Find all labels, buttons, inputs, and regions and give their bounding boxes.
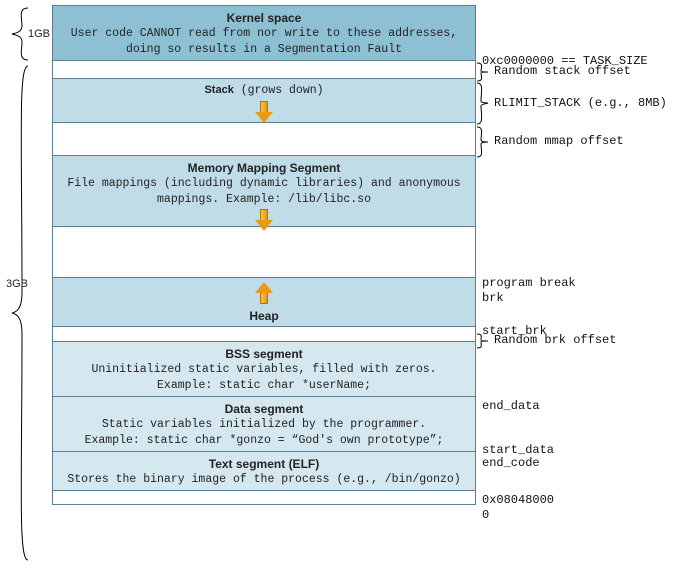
left-size-column: 1GB 3GB (6, 6, 52, 505)
text-start-addr: 0x08048000 (482, 493, 554, 507)
mmap-offset-label: Random mmap offset (494, 134, 624, 148)
curly-brace-icon (6, 6, 30, 62)
right-annotations: 0xc0000000 == TASK_SIZE Random stack off… (476, 6, 686, 505)
kernel-desc: User code CANNOT read from nor write to … (63, 26, 465, 57)
end-code-label: end_code (482, 456, 540, 470)
arrow-up-icon (256, 282, 272, 304)
stack-suffix: (grows down) (234, 84, 324, 97)
bss-desc2: Example: static char *userName; (63, 378, 465, 394)
size-1gb-label: 1GB (28, 28, 50, 40)
brk-label: brk (482, 291, 504, 305)
brace-1gb: 1GB (6, 6, 52, 62)
bss-desc1: Uninitialized static variables, filled w… (63, 362, 465, 378)
heap-segment: Heap (52, 277, 476, 327)
end-data-label: end_data (482, 399, 540, 413)
heap-title: Heap (63, 308, 465, 324)
brk-offset-label: Random brk offset (494, 333, 616, 347)
mmap-desc: File mappings (including dynamic librari… (63, 176, 465, 207)
zero-gap (52, 490, 476, 505)
size-3gb-label: 3GB (6, 278, 28, 290)
data-segment: Data segment Static variables initialize… (52, 396, 476, 452)
text-segment: Text segment (ELF) Stores the binary ima… (52, 451, 476, 491)
mmap-title: Memory Mapping Segment (63, 160, 465, 176)
data-desc2: Example: static char *gonzo = “God's own… (63, 433, 465, 449)
stack-segment: Stack (grows down) (52, 78, 476, 123)
data-title: Data segment (63, 401, 465, 417)
text-title: Text segment (ELF) (63, 456, 465, 472)
program-break-label: program break (482, 276, 576, 290)
bss-title: BSS segment (63, 346, 465, 362)
heap-grow-gap (52, 226, 476, 278)
brk-random-offset-gap (52, 326, 476, 342)
mmap-segment: Memory Mapping Segment File mappings (in… (52, 155, 476, 227)
memory-layout-diagram: 1GB 3GB Kernel space User code CANNOT re… (6, 6, 690, 505)
zero-label: 0 (482, 508, 489, 522)
rlimit-stack-label: RLIMIT_STACK (e.g., 8MB) (494, 96, 667, 110)
text-desc: Stores the binary image of the process (… (63, 472, 465, 488)
arrow-down-icon (256, 101, 272, 123)
arrow-down-icon (256, 209, 272, 231)
curly-brace-icon (6, 62, 30, 564)
bss-segment: BSS segment Uninitialized static variabl… (52, 341, 476, 397)
stack-offset-label: Random stack offset (494, 64, 631, 78)
stack-random-offset-gap (52, 60, 476, 79)
start-data-label: start_data (482, 443, 554, 457)
memory-map: Kernel space User code CANNOT read from … (52, 6, 476, 505)
brace-3gb: 3GB (6, 62, 52, 505)
mmap-random-offset-gap (52, 122, 476, 156)
kernel-space-segment: Kernel space User code CANNOT read from … (52, 5, 476, 61)
kernel-title: Kernel space (63, 10, 465, 26)
stack-title: Stack (204, 84, 233, 96)
data-desc1: Static variables initialized by the prog… (63, 417, 465, 433)
